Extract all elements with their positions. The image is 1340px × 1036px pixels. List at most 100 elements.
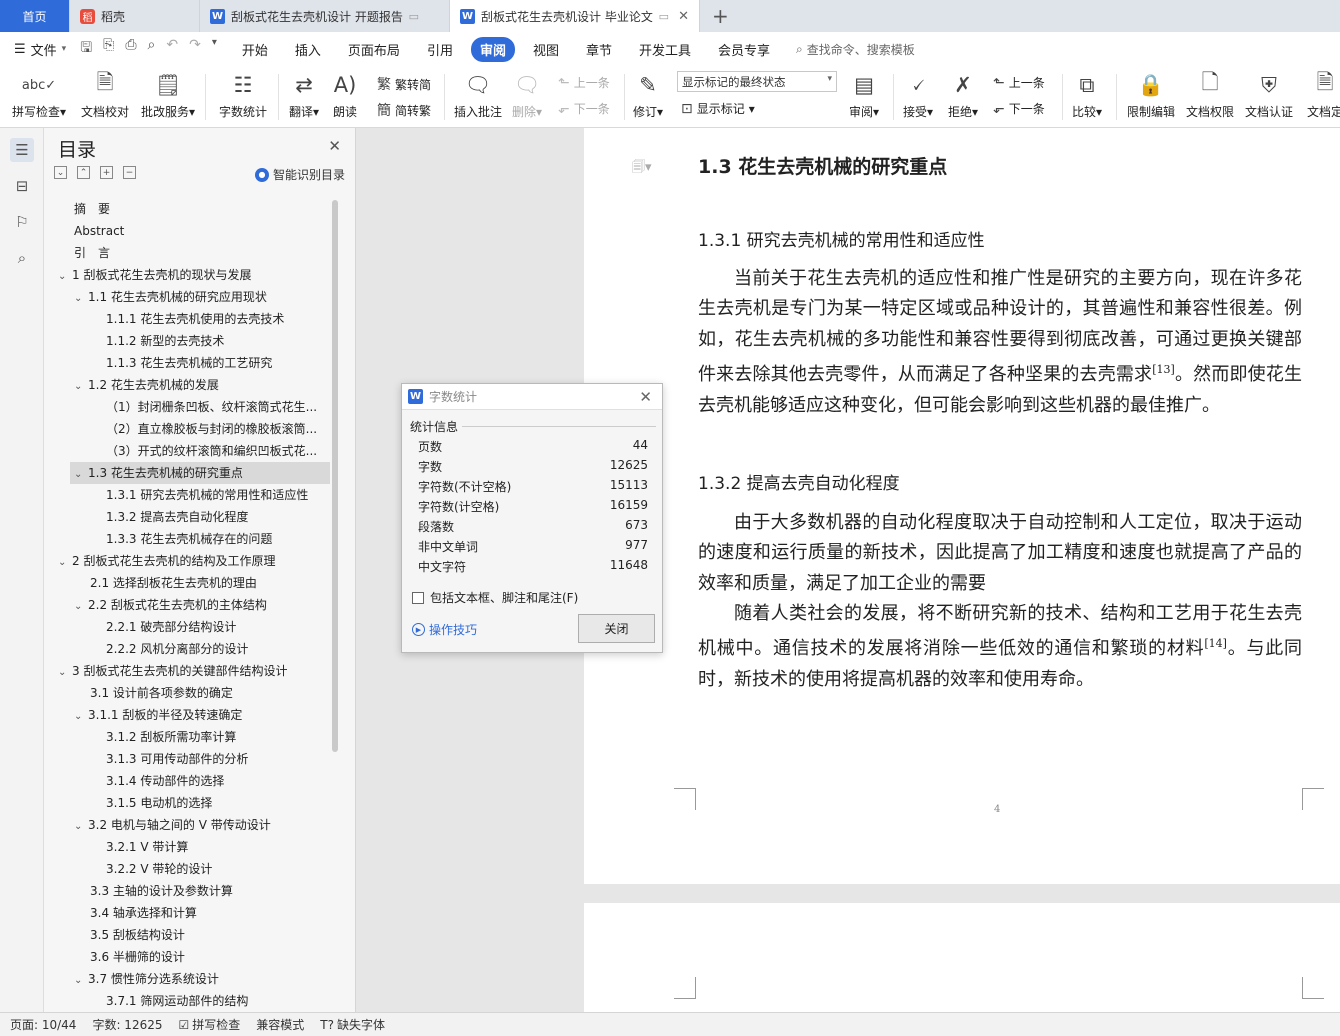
toc-item[interactable]: ⌄ 1 刮板式花生去壳机的现状与发展 bbox=[58, 264, 336, 286]
toc-item[interactable]: ⌄ 3.1.1 刮板的半径及转速确定 bbox=[74, 704, 336, 726]
spell-check-toggle[interactable]: ☑ 拼写检查 bbox=[179, 1016, 241, 1033]
command-search[interactable]: ⌕ 查找命令、搜索模板 bbox=[796, 41, 915, 58]
close-icon[interactable]: ✕ bbox=[328, 137, 341, 155]
chevron-down-icon[interactable]: ⌄ bbox=[74, 970, 88, 990]
close-icon[interactable]: ✕ bbox=[639, 388, 652, 406]
toc-item[interactable]: （2）直立橡胶板与封闭的橡胶板滚筒... bbox=[106, 418, 336, 440]
toc-item[interactable]: 3.2.1 V 带计算 bbox=[106, 836, 336, 858]
read-aloud-button[interactable]: A) 朗读 bbox=[333, 70, 357, 120]
export-icon[interactable]: ⎘ bbox=[103, 37, 114, 61]
toc-item[interactable]: 3.1.5 电动机的选择 bbox=[106, 792, 336, 814]
review-pane-button[interactable]: ▤ 审阅▾ bbox=[849, 70, 879, 120]
toc-item[interactable]: 3.5 刮板结构设计 bbox=[90, 924, 336, 946]
menu-item[interactable]: 插入 bbox=[286, 37, 330, 62]
toc-item[interactable]: 1.1.1 花生去壳机使用的去壳技术 bbox=[106, 308, 336, 330]
chevron-down-icon[interactable]: ⌄ bbox=[74, 596, 88, 616]
tab-daoke[interactable]: 稻 稻壳 bbox=[70, 0, 200, 32]
page-indicator[interactable]: 页面: 10/44 bbox=[10, 1016, 76, 1033]
toc-panel-icon[interactable]: ☰ bbox=[10, 138, 34, 162]
toc-item[interactable]: 2.2.2 风机分离部分的设计 bbox=[106, 638, 336, 660]
menu-item[interactable]: 会员专享 bbox=[709, 37, 779, 62]
toc-item[interactable]: ⌄ 2.2 刮板式花生去壳机的主体结构 bbox=[74, 594, 336, 616]
toc-item[interactable]: 2.1 选择刮板花生去壳机的理由 bbox=[90, 572, 336, 594]
chevron-down-icon[interactable]: ⌄ bbox=[74, 816, 88, 836]
toc-item[interactable]: ⌄ 1.2 花生去壳机械的发展 bbox=[74, 374, 336, 396]
toc-item[interactable]: 1.3.3 花生去壳机械存在的问题 bbox=[106, 528, 336, 550]
toc-item[interactable]: 1.3.2 提高去壳自动化程度 bbox=[106, 506, 336, 528]
simp-to-trad-button[interactable]: 簡简转繁 bbox=[377, 100, 431, 120]
trad-to-simp-button[interactable]: 繁繁转简 bbox=[377, 74, 431, 94]
collapse-icon[interactable]: ⌃ bbox=[77, 166, 90, 179]
toc-item[interactable]: 3.1 设计前各项参数的确定 bbox=[90, 682, 336, 704]
doc-certify-button[interactable]: ⛨ 文档认证 bbox=[1245, 70, 1293, 120]
menu-item[interactable]: 页面布局 bbox=[339, 37, 409, 62]
toc-item[interactable]: 3.6 半栅筛的设计 bbox=[90, 946, 336, 968]
close-button[interactable]: 关闭 bbox=[578, 614, 655, 643]
expand-icon[interactable]: ⌄ bbox=[54, 166, 67, 179]
tab-doc-proposal[interactable]: W 刮板式花生去壳机设计 开题报告 ▭ bbox=[200, 0, 450, 32]
checkbox-box[interactable] bbox=[412, 591, 424, 604]
markup-state-select[interactable]: 显示标记的最终状态 ▾ bbox=[677, 71, 837, 92]
toc-item[interactable]: ⌄ 2 刮板式花生去壳机的结构及工作原理 bbox=[58, 550, 336, 572]
next-change-button[interactable]: ⬐ 下一条 bbox=[993, 100, 1045, 117]
toc-scrollbar[interactable] bbox=[332, 200, 338, 752]
translate-button[interactable]: ⇄ 翻译▾ bbox=[289, 70, 319, 120]
new-tab-button[interactable]: + bbox=[700, 0, 741, 32]
accept-button[interactable]: 🗸 接受▾ bbox=[903, 70, 933, 120]
print-icon[interactable]: ⎙ bbox=[125, 37, 136, 61]
prev-change-button[interactable]: ⬑ 上一条 bbox=[993, 74, 1045, 91]
file-menu[interactable]: ☰ 文件 ▾ bbox=[14, 40, 66, 59]
toc-item[interactable]: 3.3 主轴的设计及参数计算 bbox=[90, 880, 336, 902]
revise-button[interactable]: ✎ 修订▾ bbox=[633, 70, 663, 120]
doc-proof-button[interactable]: 🗎 文档校对 bbox=[81, 70, 129, 120]
toc-item[interactable]: 1.1.3 花生去壳机械的工艺研究 bbox=[106, 352, 336, 374]
page-tool-icon[interactable]: 🗐▾ bbox=[632, 158, 652, 180]
toc-item[interactable]: 3.7.1 筛网运动部件的结构 bbox=[106, 990, 336, 1010]
menu-item[interactable]: 审阅 bbox=[470, 36, 515, 62]
toc-item[interactable]: 1.3.1 研究去壳机械的常用性和适应性 bbox=[106, 484, 336, 506]
menu-item[interactable]: 开发工具 bbox=[630, 37, 700, 62]
toc-item[interactable]: （1）封闭栅条凹板、纹杆滚筒式花生... bbox=[106, 396, 336, 418]
toc-item[interactable]: ⌄ 3.2 电机与轴之间的 V 带传动设计 bbox=[74, 814, 336, 836]
compare-button[interactable]: ⧉ 比较▾ bbox=[1072, 70, 1102, 120]
toc-item[interactable]: 3.1.4 传动部件的选择 bbox=[106, 770, 336, 792]
chevron-down-icon[interactable]: ⌄ bbox=[74, 464, 88, 484]
word-count-indicator[interactable]: 字数: 12625 bbox=[92, 1016, 162, 1033]
tips-link[interactable]: ▶ 操作技巧 bbox=[412, 621, 477, 638]
toc-item[interactable]: ⌄ 3 刮板式花生去壳机的关键部件结构设计 bbox=[58, 660, 336, 682]
remove-heading-icon[interactable]: − bbox=[123, 166, 136, 179]
reject-button[interactable]: ✗ 拒绝▾ bbox=[948, 70, 978, 120]
annotation-service-button[interactable]: 🗒 批改服务▾ bbox=[141, 70, 195, 120]
restrict-edit-button[interactable]: 🔒 限制编辑 bbox=[1127, 70, 1175, 120]
chevron-down-icon[interactable]: ⌄ bbox=[58, 662, 72, 682]
show-markup-button[interactable]: ⊡ 显示标记 ▾ bbox=[681, 100, 755, 117]
search-icon[interactable]: ⌕ bbox=[10, 246, 34, 270]
chevron-down-icon[interactable]: ⌄ bbox=[74, 376, 88, 396]
menu-item[interactable]: 开始 bbox=[233, 37, 277, 62]
smart-toc-button[interactable]: ● 智能识别目录 bbox=[254, 166, 345, 183]
menu-item[interactable]: 引用 bbox=[418, 37, 462, 62]
toc-item[interactable]: ⌄ 3.7 惯性筛分选系统设计 bbox=[74, 968, 336, 990]
save-icon[interactable]: 🖫 bbox=[80, 37, 92, 61]
chevron-down-icon[interactable]: ⌄ bbox=[74, 706, 88, 726]
close-tab-icon[interactable]: ✕ bbox=[678, 9, 689, 24]
dialog-titlebar[interactable]: W 字数统计 bbox=[402, 384, 662, 410]
customize-icon[interactable]: ▾ bbox=[212, 37, 217, 61]
chapter-nav-icon[interactable]: ⊟ bbox=[10, 174, 34, 198]
tab-doc-thesis[interactable]: W 刮板式花生去壳机设计 毕业论文 ▭ ✕ bbox=[450, 0, 700, 32]
toc-item[interactable]: ⌄ 1.1 花生去壳机械的研究应用现状 bbox=[74, 286, 336, 308]
print-preview-icon[interactable]: ⌕ bbox=[148, 37, 156, 61]
toc-item[interactable]: 3.1.3 可用传动部件的分析 bbox=[106, 748, 336, 770]
toc-item[interactable]: 3.1.2 刮板所需功率计算 bbox=[106, 726, 336, 748]
doc-finalize-button[interactable]: 🗎 文档定 bbox=[1307, 70, 1340, 120]
chevron-down-icon[interactable]: ⌄ bbox=[58, 552, 72, 572]
toc-item[interactable]: 3.2.2 V 带轮的设计 bbox=[106, 858, 336, 880]
toc-item[interactable]: 1.1.2 新型的去壳技术 bbox=[106, 330, 336, 352]
word-count-button[interactable]: ☷ 字数统计 bbox=[219, 70, 267, 120]
toc-item[interactable]: ⌄ 1.3 花生去壳机械的研究重点 bbox=[70, 462, 330, 484]
insert-comment-button[interactable]: 🗨 插入批注 bbox=[454, 70, 502, 120]
chevron-down-icon[interactable]: ⌄ bbox=[74, 288, 88, 308]
spell-check-button[interactable]: abc✓ 拼写检查▾ bbox=[12, 70, 66, 120]
doc-permission-button[interactable]: 🗋 文档权限 bbox=[1186, 70, 1234, 120]
toc-item[interactable]: 摘 要 bbox=[74, 198, 336, 220]
